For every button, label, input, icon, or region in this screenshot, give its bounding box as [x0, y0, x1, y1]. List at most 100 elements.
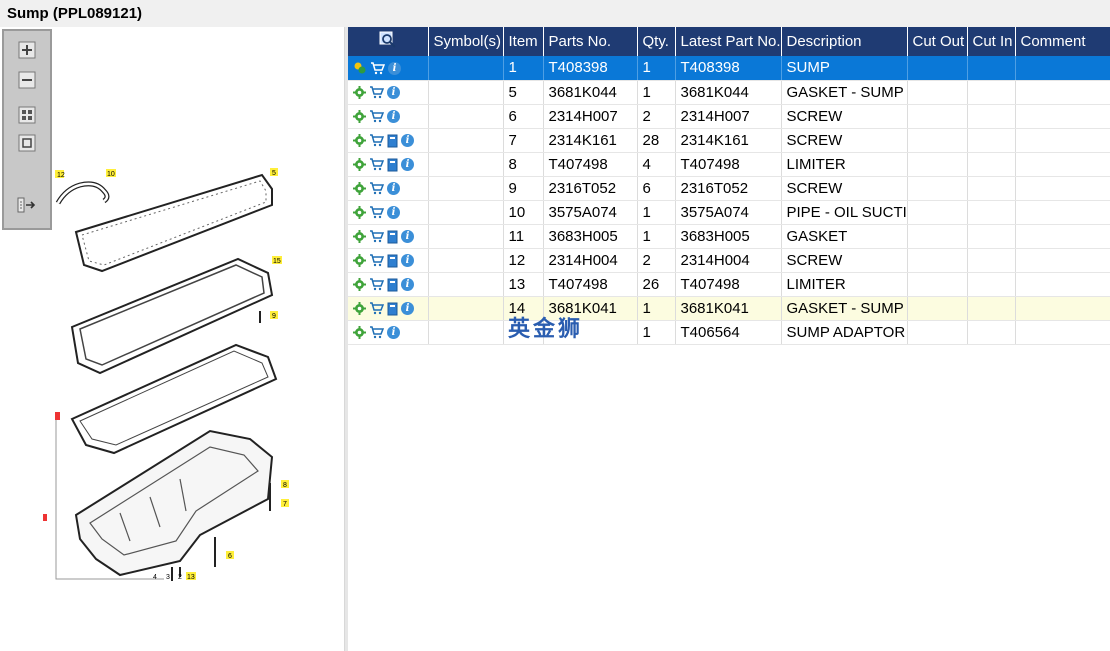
cart-icon[interactable]: [369, 278, 384, 291]
cell-parts-no: 3681K044: [543, 80, 638, 105]
gear-icon[interactable]: [353, 302, 366, 316]
cell-item: 1: [503, 56, 544, 81]
cell-latest-part-no: 3575A074: [675, 200, 782, 225]
cell-cut-out: [907, 104, 968, 129]
gear-icon[interactable]: [353, 134, 366, 148]
table-row[interactable]: i 5 3681K044 1 3681K044 GASKET - SUMP: [348, 80, 1110, 105]
manual-icon[interactable]: [387, 302, 398, 316]
cart-icon[interactable]: [369, 158, 384, 171]
cell-symbols: [428, 128, 504, 153]
info-icon[interactable]: i: [388, 61, 401, 75]
info-icon[interactable]: i: [401, 134, 414, 148]
table-row[interactable]: i 13 T407498 26 T407498 LIMITER: [348, 272, 1110, 297]
watermark: 英金狮: [508, 316, 584, 341]
cell-cut-in: [967, 320, 1016, 345]
cell-cut-out: [907, 152, 968, 177]
cell-comment: [1015, 152, 1110, 177]
column-header-cut-out[interactable]: Cut Out: [907, 27, 968, 56]
column-header-description[interactable]: Description: [781, 27, 908, 56]
info-icon[interactable]: i: [387, 86, 400, 100]
table-row[interactable]: i 6 2314H007 2 2314H007 SCREW: [348, 104, 1110, 129]
exploded-diagram[interactable]: 12 10 5 15 9 8 7 6 4 3 2 13: [0, 27, 345, 651]
cell-comment: [1015, 56, 1110, 81]
gear-icon[interactable]: [353, 278, 366, 292]
row-actions: i: [348, 248, 429, 273]
gear-icon[interactable]: [353, 158, 366, 172]
cell-cut-in: [967, 56, 1016, 81]
table-row[interactable]: i 7 2314K161 28 2314K161 SCREW: [348, 128, 1110, 153]
table-row[interactable]: i 9 2316T052 6 2316T052 SCREW: [348, 176, 1110, 201]
cell-comment: [1015, 200, 1110, 225]
manual-icon[interactable]: [387, 278, 398, 292]
parts-table-pane: Symbol(s) Item Parts No. Qty. Latest Par…: [348, 27, 1110, 651]
cell-cut-out: [907, 248, 968, 273]
column-header-item[interactable]: Item: [503, 27, 544, 56]
cell-description: SCREW: [781, 248, 908, 273]
cell-cut-out: [907, 56, 968, 81]
cell-qty: 1: [637, 56, 676, 81]
cell-comment: [1015, 296, 1110, 321]
cart-icon[interactable]: [369, 254, 384, 267]
info-icon[interactable]: i: [401, 230, 414, 244]
gear-icon[interactable]: [353, 110, 366, 124]
cell-description: SUMP ADAPTOR: [781, 320, 908, 345]
column-header-qty[interactable]: Qty.: [637, 27, 676, 56]
add-part-icon[interactable]: [353, 61, 367, 75]
manual-icon[interactable]: [387, 134, 398, 148]
cell-comment: [1015, 248, 1110, 273]
cart-icon[interactable]: [369, 182, 384, 195]
cart-icon[interactable]: [369, 110, 384, 123]
cart-icon[interactable]: [370, 62, 385, 75]
cell-parts-no: 3683H005: [543, 224, 638, 249]
table-row[interactable]: i 1 T408398 1 T408398 SUMP: [348, 56, 1110, 81]
info-icon[interactable]: i: [401, 302, 414, 316]
gear-icon[interactable]: [353, 182, 366, 196]
table-row[interactable]: i 14 3681K041 1 3681K041 GASKET - SUMP: [348, 296, 1110, 321]
sump-pan-part[interactable]: [74, 429, 274, 577]
gear-icon[interactable]: [353, 326, 366, 340]
cell-qty: 28: [637, 128, 676, 153]
cart-icon[interactable]: [369, 206, 384, 219]
info-icon[interactable]: i: [387, 110, 400, 124]
row-actions: i: [348, 104, 429, 129]
gasket-part-lower[interactable]: [70, 343, 278, 455]
column-header-symbols[interactable]: Symbol(s): [428, 27, 504, 56]
manual-icon[interactable]: [387, 158, 398, 172]
column-header-parts-no[interactable]: Parts No.: [543, 27, 638, 56]
cart-icon[interactable]: [369, 326, 384, 339]
cell-cut-out: [907, 296, 968, 321]
manual-icon[interactable]: [387, 230, 398, 244]
cell-cut-out: [907, 320, 968, 345]
info-icon[interactable]: i: [387, 182, 400, 196]
gear-icon[interactable]: [353, 254, 366, 268]
gear-icon[interactable]: [353, 230, 366, 244]
table-row[interactable]: i 12 2314H004 2 2314H004 SCREW: [348, 248, 1110, 273]
column-header-cut-in[interactable]: Cut In: [967, 27, 1016, 56]
cart-icon[interactable]: [369, 134, 384, 147]
cart-icon[interactable]: [369, 86, 384, 99]
search-column-header[interactable]: [348, 27, 429, 56]
table-row[interactable]: i 1 T406564 SUMP ADAPTOR: [348, 320, 1110, 345]
cell-symbols: [428, 272, 504, 297]
cell-description: SCREW: [781, 176, 908, 201]
info-icon[interactable]: i: [387, 206, 400, 220]
manual-icon[interactable]: [387, 254, 398, 268]
info-icon[interactable]: i: [401, 254, 414, 268]
cart-icon[interactable]: [369, 230, 384, 243]
gear-icon[interactable]: [353, 206, 366, 220]
info-icon[interactable]: i: [387, 326, 400, 340]
cell-cut-out: [907, 200, 968, 225]
info-icon[interactable]: i: [401, 158, 414, 172]
column-header-comment[interactable]: Comment: [1015, 27, 1110, 56]
table-row[interactable]: i 8 T407498 4 T407498 LIMITER: [348, 152, 1110, 177]
table-row[interactable]: i 11 3683H005 1 3683H005 GASKET: [348, 224, 1110, 249]
column-header-latest-part-no[interactable]: Latest Part No.: [675, 27, 782, 56]
callout-label: 5: [272, 170, 276, 177]
gasket-part-middle[interactable]: [70, 257, 274, 375]
gear-icon[interactable]: [353, 86, 366, 100]
info-icon[interactable]: i: [401, 278, 414, 292]
table-row[interactable]: i103575A07413575A074PIPE - OIL SUCTION: [348, 200, 1110, 225]
cell-cut-in: [967, 104, 1016, 129]
diagram-pane[interactable]: 12 10 5 15 9 8 7 6 4 3 2 13: [0, 27, 345, 651]
cart-icon[interactable]: [369, 302, 384, 315]
